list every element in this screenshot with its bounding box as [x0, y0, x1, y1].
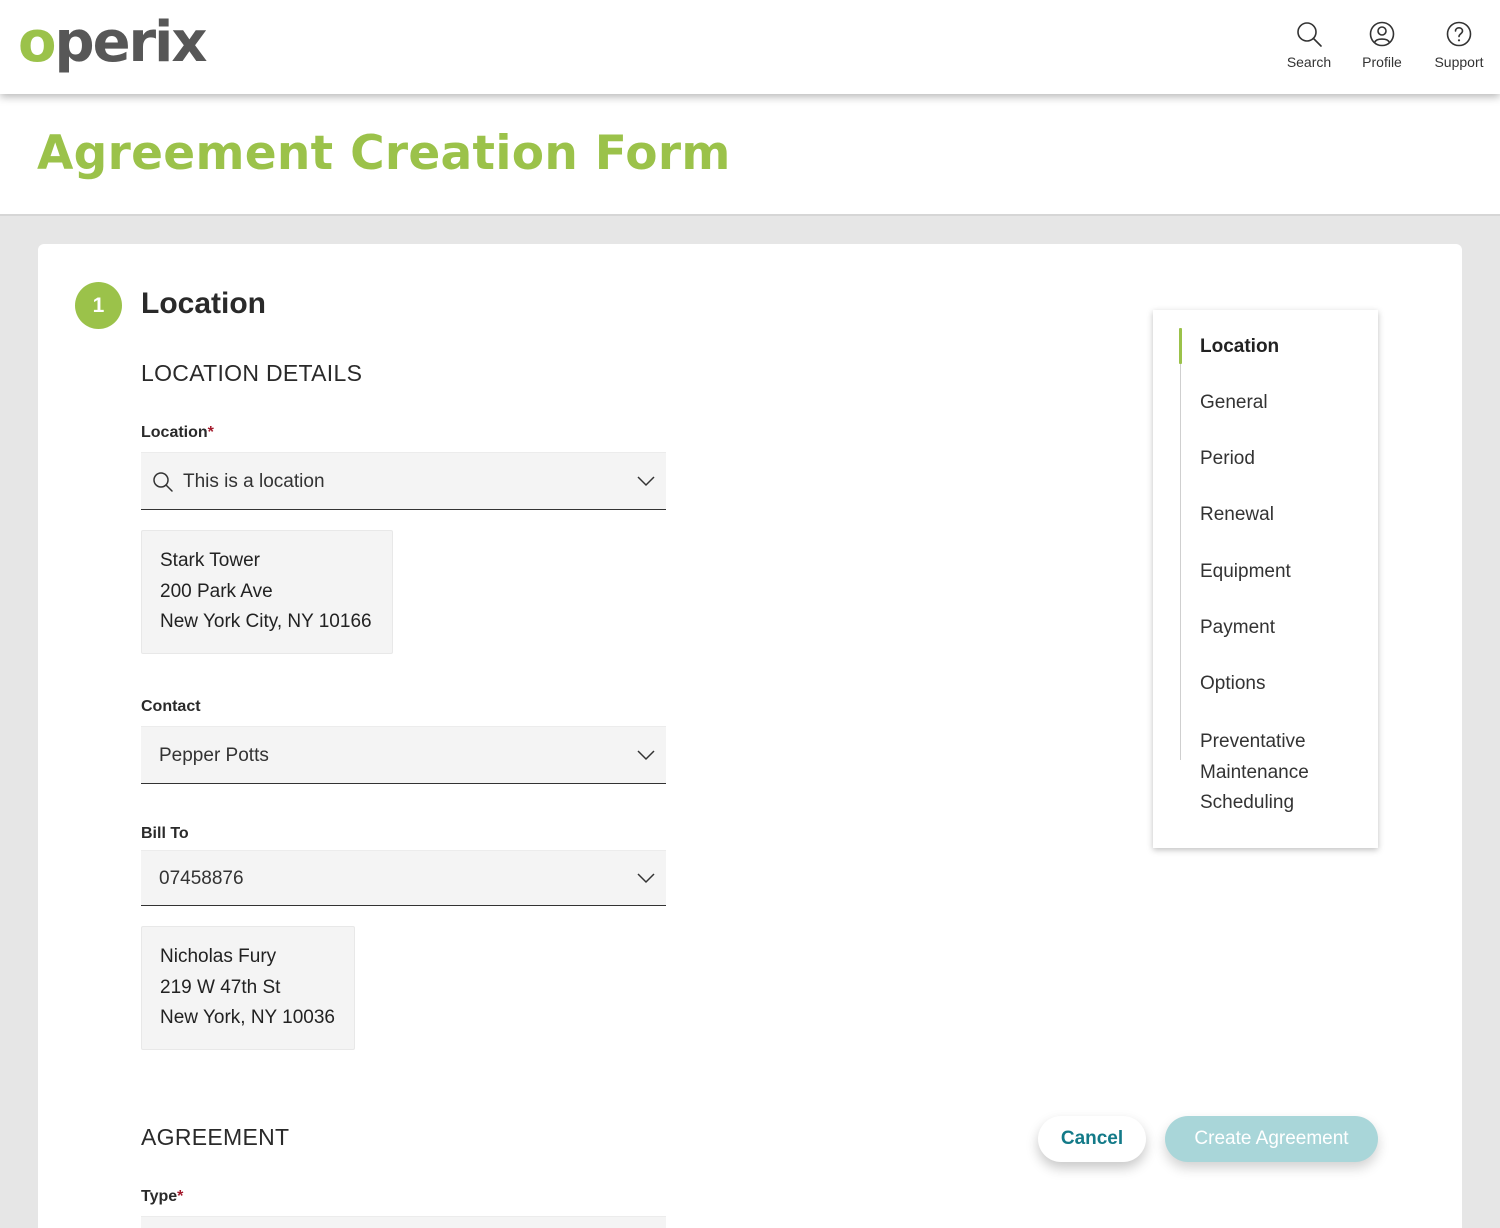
create-agreement-button[interactable]: Create Agreement [1165, 1116, 1378, 1162]
address-line: New York, NY 10036 [160, 1007, 335, 1028]
title-bar: Agreement Creation Form [0, 94, 1500, 216]
type-select[interactable] [141, 1216, 666, 1228]
step-title: Location [141, 287, 266, 320]
contact-select[interactable]: Pepper Potts [141, 726, 666, 784]
cancel-button[interactable]: Cancel [1038, 1116, 1146, 1162]
stepnav-item-general[interactable]: General [1200, 388, 1268, 419]
search-icon [1297, 22, 1322, 47]
type-field-label: Type* [141, 1188, 184, 1205]
step-active-indicator [1179, 328, 1182, 364]
billto-address-card: Nicholas Fury 219 W 47th St New York, NY… [141, 926, 355, 1050]
stepnav-item-payment[interactable]: Payment [1200, 613, 1275, 644]
address-line: 200 Park Ave [160, 580, 273, 602]
step-navigation: Location General Period Renewal Equipmen… [1153, 310, 1378, 848]
form-card: 1 Location LOCATION DETAILS Location* Th… [38, 244, 1462, 1228]
address-line: New York City, NY 10166 [160, 611, 372, 632]
location-select[interactable]: This is a location [141, 452, 666, 510]
top-header: operix Search Profile Support [0, 0, 1500, 94]
billto-field-label: Bill To [141, 825, 189, 842]
nav-support-button[interactable]: Support [1419, 20, 1499, 70]
contact-field-label: Contact [141, 698, 201, 715]
billto-select-value: 07458876 [159, 868, 244, 889]
stepnav-item-renewal[interactable]: Renewal [1200, 500, 1274, 531]
stepnav-item-equipment[interactable]: Equipment [1200, 557, 1291, 588]
nav-search-label: Search [1286, 54, 1332, 70]
address-line: 219 W 47th St [160, 976, 281, 998]
search-icon [153, 472, 173, 492]
stepnav-item-location[interactable]: Location [1200, 332, 1279, 363]
address-line: Nicholas Fury [160, 946, 277, 967]
profile-icon [1369, 21, 1395, 47]
location-address-card: Stark Tower 200 Park Ave New York City, … [141, 530, 393, 654]
step-number-badge: 1 [75, 282, 122, 329]
stepnav-item-period[interactable]: Period [1200, 444, 1255, 475]
page-title: Agreement Creation Form [37, 126, 731, 181]
required-marker: * [177, 1188, 184, 1205]
nav-profile-label: Profile [1362, 54, 1402, 70]
nav-search-button[interactable]: Search [1269, 20, 1349, 70]
billto-select[interactable]: 07458876 [141, 850, 666, 906]
chevron-down-icon [637, 476, 655, 487]
operix-logo[interactable]: operix [18, 8, 207, 78]
agreement-heading: AGREEMENT [141, 1124, 290, 1150]
chevron-down-icon [637, 873, 655, 884]
location-field-label: Location* [141, 424, 214, 441]
required-marker: * [207, 424, 214, 441]
location-select-value: This is a location [183, 471, 325, 492]
contact-select-value: Pepper Potts [159, 745, 269, 766]
help-icon [1446, 21, 1472, 47]
stepnav-item-preventative-maintenance-scheduling[interactable]: Preventative Maintenance Scheduling [1200, 727, 1309, 819]
stepnav-item-options[interactable]: Options [1200, 669, 1265, 700]
nav-support-label: Support [1434, 54, 1484, 70]
chevron-down-icon [637, 750, 655, 761]
address-line: Stark Tower [160, 550, 260, 571]
step-rail [1180, 330, 1181, 760]
nav-profile-button[interactable]: Profile [1342, 20, 1422, 70]
location-details-heading: LOCATION DETAILS [141, 360, 363, 386]
